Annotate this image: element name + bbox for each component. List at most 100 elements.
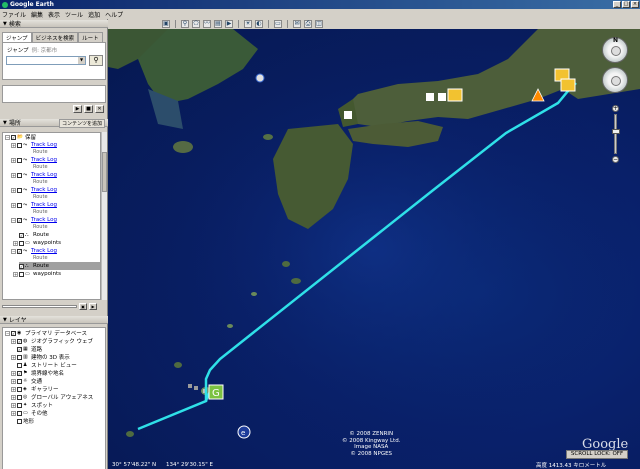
expand-toggle-icon[interactable]: − (5, 330, 10, 336)
hand-icon[interactable] (611, 76, 621, 86)
slider-track[interactable] (2, 305, 77, 308)
tree-node-track-log[interactable]: + ⤳ Track Log (11, 186, 57, 194)
checkbox[interactable]: ✓ (17, 248, 22, 254)
checkbox[interactable] (17, 354, 22, 360)
tree-node-track-log[interactable]: − ✓ ⤳ Track Log (11, 216, 57, 224)
checkbox[interactable] (17, 202, 22, 208)
label-icon[interactable] (426, 93, 434, 101)
search-results[interactable] (2, 85, 106, 103)
tree-link[interactable]: Track Log (31, 187, 57, 193)
expand-toggle-icon[interactable]: + (11, 157, 16, 163)
view-in-maps-icon[interactable]: ◫ (315, 20, 323, 28)
tree-link[interactable]: Track Log (31, 142, 57, 148)
scroll-thumb[interactable] (102, 152, 107, 192)
checkbox[interactable] (19, 271, 24, 277)
layer-item[interactable]: + ✓ ⚑ 境界線や地名 (11, 369, 64, 377)
email-icon[interactable]: ✉ (293, 20, 301, 28)
tree-link[interactable]: Track Log (31, 172, 57, 178)
checkbox[interactable]: ✓ (11, 330, 16, 336)
search-panel-header[interactable]: ▼ 検索 (0, 20, 108, 28)
places-panel-header[interactable]: ▼ 場所 コンテンツを追加 (0, 119, 108, 128)
label-icon[interactable] (438, 93, 446, 101)
search-input[interactable]: ▼ (6, 56, 86, 65)
checkbox[interactable]: ✓ (19, 232, 24, 238)
play-tour-icon[interactable]: ▶ (73, 105, 82, 113)
menu-add[interactable]: 追加 (88, 10, 100, 19)
earth-viewport[interactable]: G e N + − © 2008 ZENRIN © 2008 Kingway L… (108, 29, 640, 469)
zoom-out-icon[interactable]: − (612, 156, 619, 163)
expand-toggle-icon[interactable]: + (11, 142, 16, 148)
layer-item[interactable]: ♟ ストリート ビュー (17, 361, 77, 369)
close-button[interactable]: × (631, 1, 639, 8)
menu-file[interactable]: ファイル (2, 10, 26, 19)
checkbox[interactable] (17, 157, 22, 163)
tree-link[interactable]: Track Log (31, 248, 57, 254)
layer-item[interactable]: + ◈ ギャラリー (11, 385, 59, 393)
tree-link[interactable]: Track Log (31, 157, 57, 163)
eye-icon[interactable] (611, 46, 621, 56)
expand-toggle-icon[interactable]: + (11, 354, 16, 360)
checkbox[interactable] (17, 172, 22, 178)
tree-node-root[interactable]: − ✓ 📂 保留 (5, 133, 36, 141)
tree-node-track-log[interactable]: − ✓ ⤳ Track Log (11, 247, 57, 255)
waypoint-marker[interactable] (188, 384, 192, 388)
expand-toggle-icon[interactable]: + (11, 338, 16, 344)
opacity-slider[interactable]: ▣ ▶ (2, 302, 106, 311)
add-content-button[interactable]: コンテンツを追加 (58, 119, 105, 128)
expand-toggle-icon[interactable]: − (11, 248, 16, 254)
menu-tools[interactable]: ツール (65, 10, 83, 19)
add-polygon-icon[interactable]: ⬠ (192, 20, 200, 28)
tree-node-track-log[interactable]: + ⤳ Track Log (11, 201, 57, 209)
expand-toggle-icon[interactable]: − (11, 217, 16, 223)
expand-toggle-icon[interactable]: + (11, 172, 16, 178)
expand-toggle-icon[interactable]: + (11, 187, 16, 193)
layers-panel-header[interactable]: ▼ レイヤ (0, 316, 108, 324)
layer-item[interactable]: + ✓ ◍ ジオグラフィック ウェブ (11, 337, 93, 345)
layer-root[interactable]: − ✓ ◉ プライマリ データベース (5, 329, 87, 337)
layer-item[interactable]: + ☼ 交通 (11, 377, 42, 385)
add-placemark-icon[interactable]: ⚲ (181, 20, 189, 28)
checkbox[interactable]: ✓ (17, 370, 22, 376)
checkbox[interactable] (17, 386, 22, 392)
expand-toggle-icon[interactable]: + (11, 394, 16, 400)
tour-button[interactable]: ▣ (79, 303, 87, 310)
expand-toggle-icon[interactable]: − (5, 134, 10, 140)
expand-toggle-icon[interactable]: + (11, 370, 16, 376)
checkbox[interactable] (17, 187, 22, 193)
place-marker-icon[interactable] (255, 73, 265, 83)
layer-item[interactable]: + ▥ 建物の 3D 表示 (11, 353, 70, 361)
stop-icon[interactable]: ■ (84, 105, 93, 113)
checkbox[interactable] (17, 402, 22, 408)
tree-node-route[interactable]: ✓ ⛬ Route (19, 231, 49, 239)
minimize-button[interactable]: _ (613, 1, 621, 8)
layer-item[interactable]: 地形 (17, 417, 34, 425)
checkbox[interactable] (17, 142, 22, 148)
tree-link[interactable]: Track Log (31, 202, 57, 208)
expand-toggle-icon[interactable]: + (11, 402, 16, 408)
checkbox[interactable] (17, 394, 22, 400)
look-joystick[interactable]: N (602, 37, 628, 63)
checkbox[interactable] (17, 378, 22, 384)
dropdown-arrow-icon[interactable]: ▼ (78, 57, 85, 64)
expand-toggle-icon[interactable]: + (11, 386, 16, 392)
layer-item[interactable]: + ◎ グローバル アウェアネス (11, 393, 93, 401)
expand-toggle-icon[interactable]: + (11, 410, 16, 416)
tree-node-waypoints[interactable]: + ▭ waypoints (13, 270, 61, 278)
layer-item[interactable]: ✓ ▦ 道路 (17, 345, 42, 353)
menu-edit[interactable]: 編集 (31, 10, 43, 19)
zoom-track[interactable] (612, 114, 620, 154)
ruler-icon[interactable]: ▭ (274, 20, 282, 28)
print-icon[interactable]: ⎙ (304, 20, 312, 28)
play-button[interactable]: ▶ (89, 303, 97, 310)
tree-node-waypoints[interactable]: + ▭ waypoints (13, 239, 61, 247)
places-scrollbar[interactable] (101, 132, 107, 300)
zoom-handle[interactable] (612, 129, 620, 134)
expand-toggle-icon[interactable]: + (13, 240, 18, 246)
checkbox[interactable] (19, 240, 24, 246)
checkbox[interactable]: ✓ (17, 338, 22, 344)
image-overlay-icon[interactable]: ▤ (214, 20, 222, 28)
clear-results-icon[interactable]: ✕ (95, 105, 104, 113)
sun-icon[interactable]: ☀ (244, 20, 252, 28)
record-tour-icon[interactable]: ▶ (225, 20, 233, 28)
checkbox[interactable]: ✓ (11, 134, 16, 140)
